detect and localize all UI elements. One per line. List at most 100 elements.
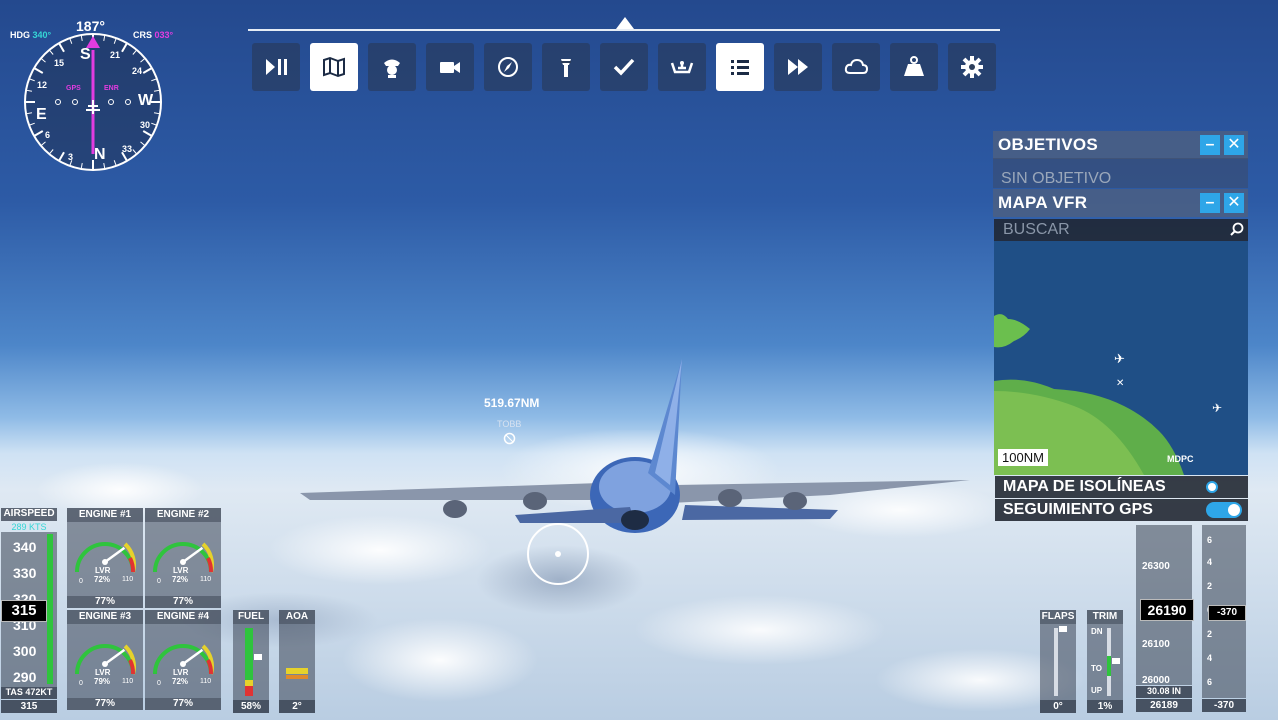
tower-button[interactable] (542, 43, 590, 91)
hdg-value: 340° (32, 30, 52, 40)
trim-up: UP (1091, 686, 1103, 695)
flaps-track (1054, 628, 1058, 696)
gps-follow-label: SEGUIMIENTO GPS (1003, 501, 1153, 518)
trim-footer: 1% (1087, 700, 1123, 713)
vertical-speed-current: -370 (1208, 605, 1246, 621)
airspeed-current: 315 (1, 600, 47, 622)
camera-button[interactable] (426, 43, 474, 91)
settings-button[interactable] (948, 43, 996, 91)
pilot-icon (384, 59, 400, 78)
search-icon[interactable] (1230, 222, 1244, 236)
engine-max: 110 (122, 576, 134, 583)
map-button[interactable] (310, 43, 358, 91)
flaps-gauge: FLAPS 0° (1040, 610, 1076, 713)
engine-title: ENGINE #3 (67, 610, 143, 624)
compass-n: N (94, 146, 106, 163)
pause-play-icon (266, 59, 287, 75)
fuel-bar-red (245, 686, 253, 696)
heading-readout: 187° (76, 18, 105, 34)
compass-num: 3 (68, 152, 74, 162)
fuel-footer: 58% (233, 700, 269, 713)
vfr-map-minimize-button[interactable]: – (1200, 193, 1220, 213)
isolines-option[interactable]: MAPA DE ISOLÍNEAS (995, 476, 1248, 498)
engine-dial: LVR 72% 0 110 (145, 624, 221, 698)
engine-lvr-label: LVR (95, 668, 111, 677)
objectives-button[interactable] (716, 43, 764, 91)
sim-rate-button[interactable] (774, 43, 822, 91)
altimeter: 26300 26200 26100 26000 26190 30.08 IN 2… (1136, 525, 1194, 713)
engine-gauge-4: ENGINE #4 LVR 72% 0 110 77% (145, 610, 221, 710)
gps-follow-option[interactable]: SEGUIMIENTO GPS (995, 499, 1248, 521)
airspeed-tick: 290 (13, 669, 37, 685)
vsi-tick: 2 (1207, 581, 1213, 591)
compass-s: S (80, 46, 91, 63)
engine-title: ENGINE #1 (67, 508, 143, 522)
vfr-map-title: MAPA VFR (998, 193, 1088, 212)
engine-dial: LVR 79% 0 110 (67, 624, 143, 698)
vsi-tick: 4 (1207, 557, 1213, 567)
yoke-icon (670, 61, 694, 74)
weight-icon (904, 56, 924, 76)
airspeed-indicator: AIRSPEED 289 KTS 340 330 320 310 300 290… (1, 508, 57, 713)
trim-title: TRIM (1087, 610, 1123, 624)
vsi-tick: 4 (1207, 653, 1213, 663)
waypoint-icon[interactable] (503, 432, 516, 445)
pause-play-button[interactable] (252, 43, 300, 91)
objectives-minimize-button[interactable]: – (1200, 135, 1220, 155)
compass-num: 12 (37, 80, 48, 90)
engine-lvr-value: 72% (172, 677, 189, 686)
objectives-title: OBJETIVOS (998, 135, 1099, 154)
toolbar-arrow[interactable] (616, 17, 634, 29)
engine-lvr-value: 72% (94, 575, 111, 584)
engine-max: 110 (122, 678, 134, 685)
compass-icon (498, 57, 518, 77)
search-placeholder: BUSCAR (1003, 221, 1070, 238)
compass-num: 30 (140, 120, 151, 130)
compass-num: 6 (45, 130, 51, 140)
flaps-footer: 0° (1040, 700, 1076, 713)
objectives-panel-header[interactable]: OBJETIVOS – ✕ (993, 131, 1248, 159)
toolbar-line (248, 29, 1000, 31)
isolines-toggle[interactable] (1206, 481, 1218, 493)
aoa-bg (279, 624, 315, 700)
airplane (300, 359, 970, 533)
engine-title: ENGINE #2 (145, 508, 221, 522)
aoa-footer: 2° (279, 700, 315, 713)
aoa-gauge: AOA 2° (279, 610, 315, 713)
engine-lvr-label: LVR (173, 668, 189, 677)
checklist-button[interactable] (600, 43, 648, 91)
trim-green-band (1107, 656, 1111, 676)
objectives-empty-text: SIN OBJETIVO (1001, 170, 1112, 187)
engine-gauge-3: ENGINE #3 LVR 79% 0 110 77% (67, 610, 143, 710)
crs-label: CRS 033° (133, 30, 173, 40)
airport-label: MDPC (1167, 454, 1194, 464)
engine-footer: 77% (67, 596, 143, 608)
gps-follow-toggle[interactable] (1206, 502, 1242, 518)
flaps-bg (1040, 624, 1076, 700)
flight-path-marker (527, 523, 589, 585)
atc-button[interactable] (368, 43, 416, 91)
engine-dial: LVR 72% 0 110 (67, 522, 143, 596)
controls-button[interactable] (658, 43, 706, 91)
weather-button[interactable] (832, 43, 880, 91)
engine-footer: 77% (145, 698, 221, 710)
airspeed-title: AIRSPEED (1, 508, 57, 521)
engine-lvr-label: LVR (173, 566, 189, 575)
objectives-close-button[interactable]: ✕ (1224, 135, 1244, 155)
vfr-map-search-input[interactable]: BUSCAR (994, 219, 1248, 241)
vfr-map-header[interactable]: MAPA VFR – ✕ (993, 189, 1248, 217)
weight-button[interactable] (890, 43, 938, 91)
tower-icon (561, 59, 571, 77)
compass-num: 15 (54, 58, 65, 68)
heading-indicator: N E S W 3 6 12 15 21 24 30 33 GPS ENR (18, 22, 168, 172)
trim-gauge: TRIM DN TO UP 1% (1087, 610, 1123, 713)
vfr-map-view[interactable]: ✈ ✕ ✈ 100NM MDPC (994, 241, 1248, 475)
airspeed-trend: 289 KTS (11, 522, 47, 532)
gear-icon (961, 56, 983, 78)
fuel-bar-yellow (245, 680, 253, 686)
engine-gauge-1: ENGINE #1 LVR 72% 0 110 77% (67, 508, 143, 608)
trim-to: TO (1091, 664, 1102, 673)
vfr-map-close-button[interactable]: ✕ (1224, 193, 1244, 213)
navlog-button[interactable] (484, 43, 532, 91)
vertical-speed-indicator: 6 4 2 0 2 4 6 -370 -370 (1202, 525, 1246, 713)
